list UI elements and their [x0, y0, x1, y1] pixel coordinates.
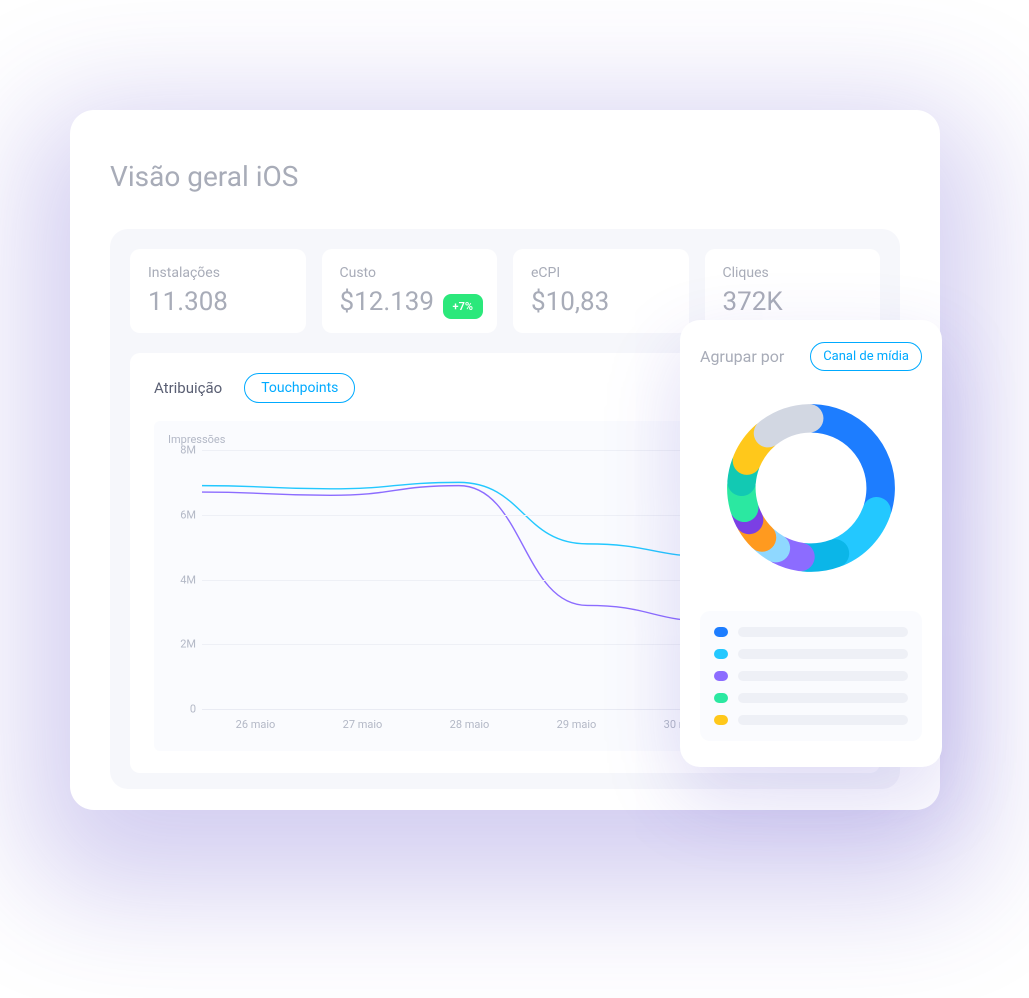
stat-value: $10,83: [531, 287, 671, 317]
tab-attribution[interactable]: Atribuição: [154, 379, 222, 397]
group-by-header: Agrupar por Canal de mídia: [700, 342, 922, 371]
legend-row: [714, 693, 908, 703]
stat-card-ecpi[interactable]: eCPI $10,83: [513, 249, 689, 333]
y-tick-label: 6M: [168, 508, 196, 521]
legend-placeholder: [738, 693, 908, 703]
donut-legend: [700, 611, 922, 741]
y-tick-label: 0: [168, 703, 196, 716]
group-by-title: Agrupar por: [700, 347, 784, 366]
tab-touchpoints[interactable]: Touchpoints: [244, 373, 355, 403]
x-tick-label: 28 maio: [416, 718, 523, 731]
legend-placeholder: [738, 715, 908, 725]
legend-dot-icon: [714, 715, 728, 725]
y-tick-label: 4M: [168, 573, 196, 586]
legend-dot-icon: [714, 693, 728, 703]
legend-dot-icon: [714, 671, 728, 681]
stat-card-installs[interactable]: Instalações 11.308: [130, 249, 306, 333]
legend-placeholder: [738, 627, 908, 637]
stat-value: 372K: [723, 287, 863, 317]
donut-chart-svg: [716, 393, 906, 583]
x-tick-label: 26 maio: [202, 718, 309, 731]
stat-label: eCPI: [531, 265, 671, 281]
group-by-card: Agrupar por Canal de mídia: [680, 320, 942, 767]
stat-label: Custo: [340, 265, 480, 281]
y-tick-label: 2M: [168, 638, 196, 651]
legend-row: [714, 649, 908, 659]
stat-card-cost[interactable]: Custo $12.139 +7%: [322, 249, 498, 333]
group-by-select[interactable]: Canal de mídia: [810, 342, 922, 371]
legend-placeholder: [738, 671, 908, 681]
page-title: Visão geral iOS: [110, 160, 900, 193]
legend-dot-icon: [714, 627, 728, 637]
x-tick-label: 29 maio: [523, 718, 630, 731]
y-tick-label: 8M: [168, 444, 196, 457]
legend-dot-icon: [714, 649, 728, 659]
legend-row: [714, 627, 908, 637]
legend-placeholder: [738, 649, 908, 659]
stat-label: Cliques: [723, 265, 863, 281]
donut-wrap: [700, 393, 922, 583]
stat-label: Instalações: [148, 265, 288, 281]
stat-value: 11.308: [148, 287, 288, 317]
legend-row: [714, 715, 908, 725]
legend-row: [714, 671, 908, 681]
x-tick-label: 27 maio: [309, 718, 416, 731]
delta-badge: +7%: [443, 294, 483, 319]
